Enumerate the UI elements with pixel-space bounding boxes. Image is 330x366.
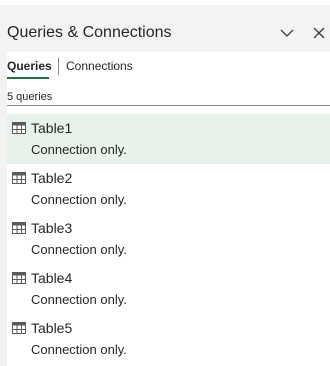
query-name: Table1: [31, 120, 73, 136]
tab-separator: [58, 58, 59, 75]
close-icon: [313, 27, 325, 39]
close-pane-button[interactable]: [310, 24, 328, 42]
collapse-pane-button[interactable]: [278, 24, 296, 42]
chevron-down-icon: [280, 29, 294, 37]
query-item-table4[interactable]: Table4 Connection only.: [7, 264, 330, 314]
query-description: Connection only.: [31, 142, 127, 157]
query-name: Table3: [31, 220, 73, 236]
table-icon: [12, 322, 26, 334]
query-description: Connection only.: [31, 292, 127, 307]
query-item-table1[interactable]: Table1 Connection only.: [7, 114, 330, 164]
query-name: Table4: [31, 270, 73, 286]
queries-connections-pane: Queries & Connections Queries Connection…: [0, 0, 330, 366]
query-item-table3[interactable]: Table3 Connection only.: [7, 214, 330, 264]
tab-connections[interactable]: Connections: [66, 58, 133, 74]
active-tab-indicator: [7, 77, 49, 79]
query-item-table5[interactable]: Table5 Connection only.: [7, 314, 330, 364]
table-icon: [12, 272, 26, 284]
query-name: Table5: [31, 320, 73, 336]
pane-title: Queries & Connections: [7, 24, 172, 41]
query-description: Connection only.: [31, 192, 127, 207]
query-item-table2[interactable]: Table2 Connection only.: [7, 164, 330, 214]
table-icon: [12, 222, 26, 234]
table-icon: [12, 172, 26, 184]
query-count: 5 queries: [7, 91, 53, 103]
tab-bar: Queries Connections: [7, 52, 330, 80]
query-name: Table2: [31, 170, 73, 186]
pane-header: Queries & Connections: [0, 5, 330, 52]
query-description: Connection only.: [31, 342, 127, 357]
query-list: Table1 Connection only. Table2 Connectio…: [7, 114, 330, 364]
pane-content: Queries Connections 5 queries Table1 Con…: [7, 52, 330, 366]
divider: [7, 105, 330, 106]
table-icon: [12, 122, 26, 134]
tab-queries[interactable]: Queries: [7, 58, 52, 74]
query-description: Connection only.: [31, 242, 127, 257]
